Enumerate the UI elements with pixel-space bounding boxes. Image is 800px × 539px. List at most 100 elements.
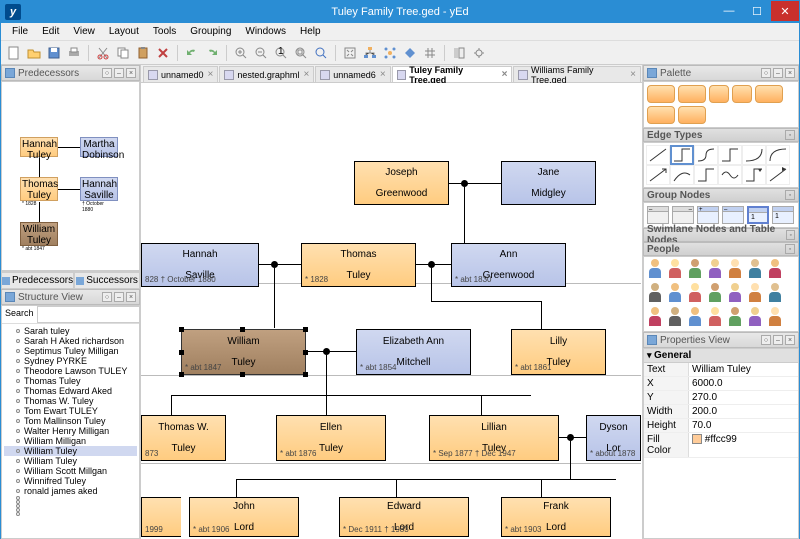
node-ellen[interactable]: EllenTuley* abt 1876 — [276, 415, 386, 461]
pin-icon[interactable]: ○ — [761, 68, 771, 78]
swimlane-header[interactable]: Swimlane Nodes and Table Nodes◦ — [643, 228, 799, 242]
edge-type[interactable] — [718, 145, 742, 165]
tree-item[interactable]: William Tuley — [4, 446, 137, 456]
minimize-button[interactable]: — — [715, 1, 743, 21]
close-button[interactable]: ✕ — [771, 1, 799, 21]
menu-file[interactable]: File — [5, 24, 35, 39]
node-ann[interactable]: AnnGreenwood* abt 1830 — [451, 243, 566, 287]
tree-item[interactable]: Sarah tuley — [4, 326, 137, 336]
fit-content-button[interactable] — [341, 44, 359, 62]
predecessors-minimap[interactable]: HannahTuley MarthaDobinson ThomasTuley* … — [1, 81, 140, 271]
document-tab[interactable]: Williams Family Tree.ged× — [513, 66, 641, 82]
node-frank[interactable]: FrankLord* abt 1903 — [501, 497, 611, 537]
print-button[interactable] — [65, 44, 83, 62]
close-tab-icon[interactable]: × — [208, 69, 214, 80]
tree-item[interactable]: Thomas Edward Aked — [4, 386, 137, 396]
tree-item[interactable]: Winnifred Tuley — [4, 476, 137, 486]
people-palette[interactable] — [643, 256, 799, 332]
person-icon[interactable] — [686, 283, 704, 305]
tree-item[interactable]: ronald james aked — [4, 486, 137, 496]
person-icon[interactable] — [766, 259, 784, 281]
tree-item[interactable]: Theodore Lawson TULEY — [4, 366, 137, 376]
zoom-selection-button[interactable] — [312, 44, 330, 62]
minimize-panel-button[interactable]: – — [114, 68, 124, 78]
zoom-in-button[interactable] — [232, 44, 250, 62]
menu-view[interactable]: View — [66, 24, 102, 39]
group-node[interactable]: – — [722, 206, 744, 224]
person-icon[interactable] — [766, 307, 784, 329]
edge-type[interactable] — [694, 165, 718, 185]
settings-button[interactable] — [470, 44, 488, 62]
properties-section[interactable]: ▾ General — [644, 349, 798, 363]
edge-type[interactable] — [646, 165, 670, 185]
document-tab[interactable]: Tuley Family Tree.ged× — [392, 66, 513, 82]
shape-roundrect[interactable] — [678, 106, 706, 124]
pin-icon[interactable]: ○ — [102, 292, 112, 302]
group-node-selected[interactable]: 1 — [747, 206, 769, 224]
tree-item[interactable]: Tom Mallinson Tuley — [4, 416, 137, 426]
node-dyson[interactable]: DysonLor* about 1878 — [586, 415, 641, 461]
menu-edit[interactable]: Edit — [35, 24, 66, 39]
minimize-panel-button[interactable]: – — [773, 335, 783, 345]
node-hannah[interactable]: HannahSaville828 † October 1880 — [141, 243, 259, 287]
property-row[interactable]: TextWilliam Tuley — [644, 363, 798, 377]
person-icon[interactable] — [686, 307, 704, 329]
document-tab[interactable]: unnamed0× — [143, 66, 218, 82]
properties-grid[interactable]: ▾ General TextWilliam TuleyX6000.0Y270.0… — [643, 348, 799, 539]
layout-organic-button[interactable] — [381, 44, 399, 62]
property-row[interactable]: Width200.0 — [644, 405, 798, 419]
predecessors-panel-header[interactable]: Predecessors ○ – × — [1, 65, 140, 81]
document-tab[interactable]: nested.graphml× — [219, 66, 314, 82]
close-tab-icon[interactable]: × — [502, 69, 508, 80]
person-icon[interactable] — [686, 259, 704, 281]
tree-item[interactable]: Sydney PYRKE — [4, 356, 137, 366]
menu-tools[interactable]: Tools — [146, 24, 183, 39]
pin-icon[interactable]: ○ — [102, 68, 112, 78]
person-icon[interactable] — [746, 283, 764, 305]
copy-button[interactable] — [114, 44, 132, 62]
person-icon[interactable] — [746, 307, 764, 329]
toggle-view-button[interactable] — [450, 44, 468, 62]
group-node[interactable]: + — [697, 206, 719, 224]
open-button[interactable] — [25, 44, 43, 62]
node-william-selected[interactable]: WilliamTuley* abt 1847 — [181, 329, 306, 375]
shape-roundrect-small[interactable] — [732, 85, 752, 103]
tree-item[interactable]: Thomas Tuley — [4, 376, 137, 386]
node-jane[interactable]: JaneMidgley — [501, 161, 596, 205]
edge-type[interactable] — [766, 145, 790, 165]
node-lillian[interactable]: LillianTuley* Sep 1877 † Dec 1947 — [429, 415, 559, 461]
maximize-button[interactable]: ☐ — [743, 1, 771, 21]
zoom-out-button[interactable] — [252, 44, 270, 62]
edge-type[interactable] — [718, 165, 742, 185]
person-icon[interactable] — [646, 283, 664, 305]
successors-tab[interactable]: Successors — [74, 272, 140, 289]
minimize-panel-button[interactable]: – — [114, 292, 124, 302]
structure-tree[interactable]: Sarah tuleySarah H Aked richardsonSeptim… — [2, 324, 139, 538]
menu-help[interactable]: Help — [293, 24, 328, 39]
property-row[interactable]: Fill Color #ffcc99 — [644, 433, 798, 458]
menu-windows[interactable]: Windows — [238, 24, 293, 39]
edge-type[interactable] — [646, 145, 670, 165]
node-lilly[interactable]: LillyTuley* abt 1861 — [511, 329, 606, 375]
tree-item[interactable]: William Tuley — [4, 456, 137, 466]
node-thomasw[interactable]: Thomas W.Tuley873 — [141, 415, 226, 461]
palette-header[interactable]: Palette ○ – × — [643, 65, 799, 81]
zoom-reset-button[interactable]: 1 — [272, 44, 290, 62]
edge-types-grid[interactable] — [643, 142, 799, 188]
close-tab-icon[interactable]: × — [380, 69, 386, 80]
minimize-panel-button[interactable]: – — [773, 68, 783, 78]
layout-hierarchic-button[interactable] — [361, 44, 379, 62]
group-node[interactable]: 1 — [772, 206, 794, 224]
grid-button[interactable] — [421, 44, 439, 62]
close-panel-button[interactable]: × — [126, 68, 136, 78]
edge-type[interactable] — [766, 165, 790, 185]
edge-type[interactable] — [670, 165, 694, 185]
people-header[interactable]: People◦ — [643, 242, 799, 256]
node-joseph[interactable]: JosephGreenwood — [354, 161, 449, 205]
shape-roundrect[interactable] — [678, 85, 706, 103]
predecessors-tab[interactable]: Predecessors — [1, 272, 74, 289]
node-thomas[interactable]: ThomasTuley* 1828 — [301, 243, 416, 287]
person-icon[interactable] — [666, 283, 684, 305]
menu-layout[interactable]: Layout — [102, 24, 146, 39]
pin-icon[interactable]: ○ — [761, 335, 771, 345]
